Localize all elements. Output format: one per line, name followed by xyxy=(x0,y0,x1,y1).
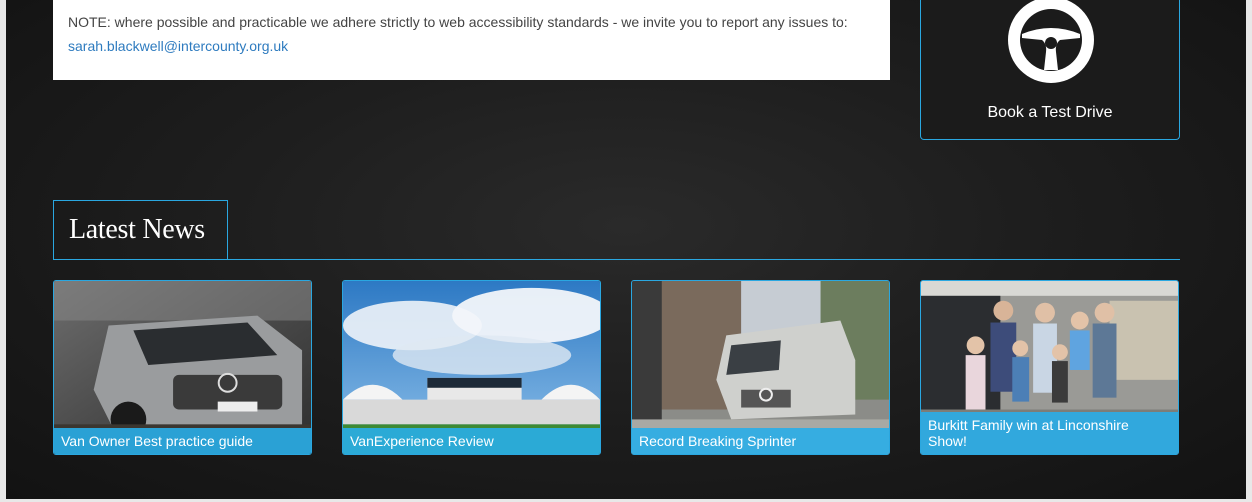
steering-wheel-icon xyxy=(1008,0,1094,83)
news-card-record-breaking-sprinter[interactable]: Record Breaking Sprinter xyxy=(631,280,890,455)
news-card-title: Record Breaking Sprinter xyxy=(632,428,889,454)
news-card-title: VanExperience Review xyxy=(343,428,600,454)
page-edge-left xyxy=(0,0,6,502)
latest-news-heading: Latest News xyxy=(69,214,205,245)
news-card-title: Van Owner Best practice guide xyxy=(54,428,311,454)
book-test-drive-label: Book a Test Drive xyxy=(987,104,1113,121)
news-card-title: Burkitt Family win at Linconshire Show! xyxy=(921,412,1178,454)
page-edge-right xyxy=(1246,0,1252,502)
news-card-van-owner-guide[interactable]: Van Owner Best practice guide xyxy=(53,280,312,455)
news-card-burkitt-family[interactable]: Burkitt Family win at Linconshire Show! xyxy=(920,280,1179,455)
accessibility-note: NOTE: where possible and practicable we … xyxy=(53,0,890,80)
accessibility-note-text: NOTE: where possible and practicable we … xyxy=(68,14,848,30)
news-card-vanexperience-review[interactable]: VanExperience Review xyxy=(342,280,601,455)
accessibility-email-link[interactable]: sarah.blackwell@intercounty.org.uk xyxy=(68,38,288,54)
book-test-drive-button[interactable]: Book a Test Drive xyxy=(920,0,1180,140)
latest-news-heading-box: Latest News xyxy=(53,200,228,260)
latest-news-divider xyxy=(53,259,1180,260)
